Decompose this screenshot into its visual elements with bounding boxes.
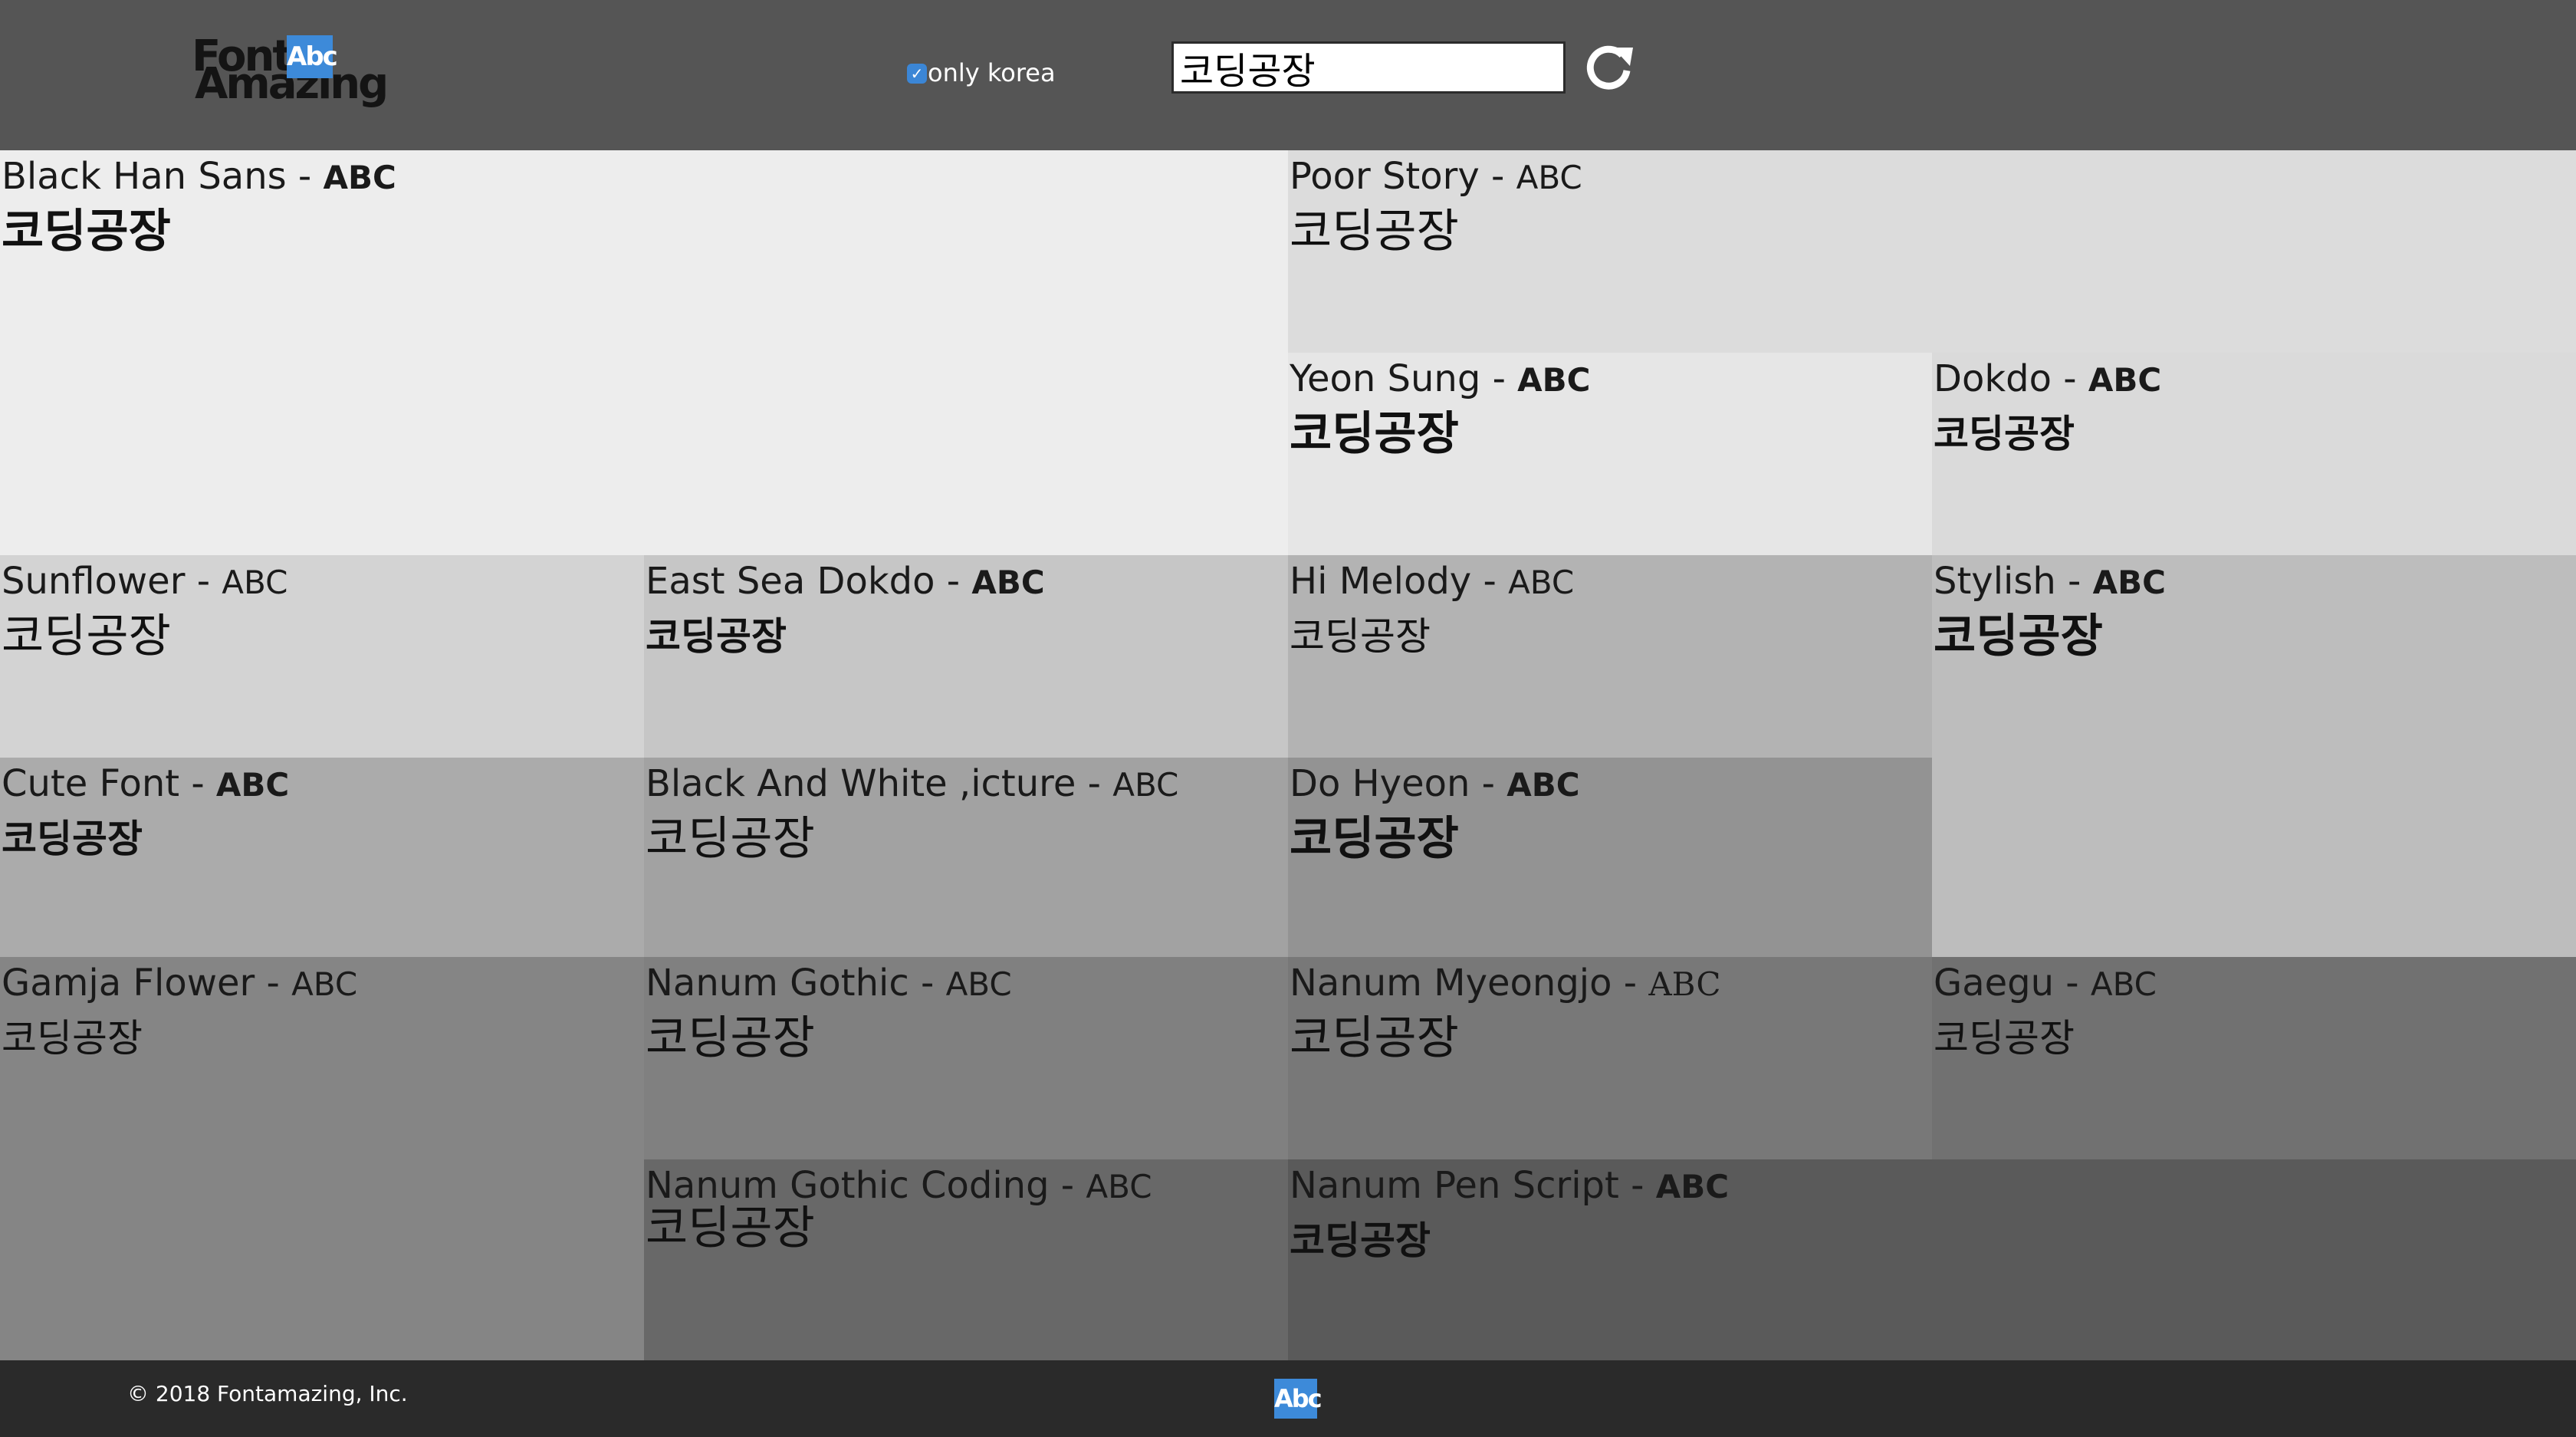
only-korea-label[interactable]: only korea <box>928 57 1056 89</box>
font-abc-sample: ABC <box>971 564 1045 601</box>
font-name: Cute Font <box>2 762 180 805</box>
font-name: Black Han Sans <box>2 155 287 198</box>
font-card-dokdo[interactable]: Dokdo - ABC 코딩공장 <box>1932 353 2576 555</box>
font-korean-sample: 코딩공장 <box>1290 1011 1459 1065</box>
font-card-east-sea-dokdo[interactable]: East Sea Dokdo - ABC 코딩공장 <box>644 555 1288 758</box>
font-abc-sample: ABC <box>291 965 358 1003</box>
font-korean-sample: 코딩공장 <box>1290 1218 1431 1263</box>
copyright-text: © 2018 Fontamazing, Inc. <box>127 1381 408 1406</box>
font-card-gamja-flower[interactable]: Gamja Flower - ABC 코딩공장 <box>0 957 644 1360</box>
font-abc-sample: ABC <box>1648 965 1721 1003</box>
font-name: Nanum Pen Script <box>1290 1164 1619 1207</box>
font-korean-sample: 코딩공장 <box>1290 407 1459 461</box>
font-card-nanum-gothic-coding[interactable]: Nanum Gothic Coding - ABC 코딩공장 <box>644 1159 1288 1360</box>
font-korean-sample: 코딩공장 <box>1934 412 2075 456</box>
font-card-gaegu[interactable]: Gaegu - ABC 코딩공장 <box>1932 957 2576 1159</box>
font-abc-sample: ABC <box>1517 361 1591 399</box>
font-abc-sample: ABC <box>945 965 1012 1003</box>
font-name: Nanum Gothic <box>646 962 909 1005</box>
font-card-hi-melody[interactable]: Hi Melody - ABC 코딩공장 <box>1288 555 1932 758</box>
font-card-sunflower[interactable]: Sunflower - ABC 코딩공장 <box>0 555 644 758</box>
font-abc-sample: ABC <box>222 564 288 601</box>
font-abc-sample: ABC <box>1506 766 1580 804</box>
font-name: Hi Melody <box>1290 560 1472 603</box>
font-abc-sample: ABC <box>323 159 396 196</box>
font-name: Poor Story <box>1290 155 1480 198</box>
font-name: Gamja Flower <box>2 962 255 1005</box>
font-korean-sample: 코딩공장 <box>2 205 171 258</box>
font-korean-sample: 코딩공장 <box>2 610 171 663</box>
font-abc-sample: ABC <box>1086 1168 1152 1205</box>
font-korean-sample: 코딩공장 <box>1934 610 2103 663</box>
font-card-poor-story[interactable]: Poor Story - ABC 코딩공장 <box>1288 150 2576 353</box>
font-name: Do Hyeon <box>1290 762 1470 805</box>
font-korean-sample: 코딩공장 <box>1290 812 1459 866</box>
font-card-cute-font[interactable]: Cute Font - ABC 코딩공장 <box>0 758 644 957</box>
font-card-stylish[interactable]: Stylish - ABC 코딩공장 <box>1932 555 2576 957</box>
sample-text-input[interactable] <box>1171 41 1566 94</box>
font-name: Sunflower <box>2 560 186 603</box>
font-name: Stylish <box>1934 560 2056 603</box>
font-korean-sample: 코딩공장 <box>646 812 815 866</box>
font-korean-sample: 코딩공장 <box>1290 205 1459 258</box>
font-name: Yeon Sung <box>1290 357 1481 400</box>
font-abc-sample: ABC <box>215 766 290 804</box>
font-card-do-hyeon[interactable]: Do Hyeon - ABC 코딩공장 <box>1288 758 1932 957</box>
font-abc-sample: ABC <box>1655 1168 1730 1205</box>
font-korean-sample: 코딩공장 <box>2 1016 143 1060</box>
font-korean-sample: 코딩공장 <box>1934 1016 2075 1060</box>
font-korean-sample: 코딩공장 <box>2 817 143 861</box>
header: Font Amazing Abc ✓ only korea <box>0 0 2576 150</box>
footer: © 2018 Fontamazing, Inc. Abc <box>0 1360 2576 1437</box>
only-korea-checkbox[interactable]: ✓ <box>907 64 927 84</box>
font-name: Nanum Myeongjo <box>1290 962 1612 1005</box>
refresh-icon[interactable] <box>1582 40 1638 95</box>
font-card-nanum-pen-script[interactable]: Nanum Pen Script - ABC 코딩공장 <box>1288 1159 2576 1360</box>
logo[interactable]: Font Amazing Abc <box>192 34 391 118</box>
font-name: Black And White ,icture <box>646 762 1076 805</box>
font-abc-sample: ABC <box>2090 965 2157 1003</box>
font-card-yeon-sung[interactable]: Yeon Sung - ABC 코딩공장 <box>1288 353 1932 555</box>
font-name: East Sea Dokdo <box>646 560 935 603</box>
font-name: Gaegu <box>1934 962 2055 1005</box>
footer-logo[interactable]: Abc <box>1274 1379 1322 1419</box>
font-card-nanum-myeongjo[interactable]: Nanum Myeongjo - ABC 코딩공장 <box>1288 957 1932 1159</box>
font-card-black-han-sans[interactable]: Black Han Sans - ABC 코딩공장 <box>0 150 1288 555</box>
font-abc-sample: ABC <box>1508 564 1575 601</box>
font-korean-sample: 코딩공장 <box>1290 614 1431 659</box>
font-abc-sample: ABC <box>1516 159 1582 196</box>
font-korean-sample: 코딩공장 <box>646 614 787 659</box>
font-abc-sample: ABC <box>1112 766 1179 804</box>
font-card-nanum-gothic[interactable]: Nanum Gothic - ABC 코딩공장 <box>644 957 1288 1159</box>
logo-abc-badge: Abc <box>287 35 338 78</box>
font-name: Dokdo <box>1934 357 2052 400</box>
font-card-black-and-white-picture[interactable]: Black And White ,icture - ABC 코딩공장 <box>644 758 1288 957</box>
font-abc-sample: ABC <box>2092 564 2166 601</box>
font-abc-sample: ABC <box>2088 361 2162 399</box>
font-korean-sample: 코딩공장 <box>646 1011 815 1065</box>
font-korean-sample: 코딩공장 <box>646 1202 815 1255</box>
